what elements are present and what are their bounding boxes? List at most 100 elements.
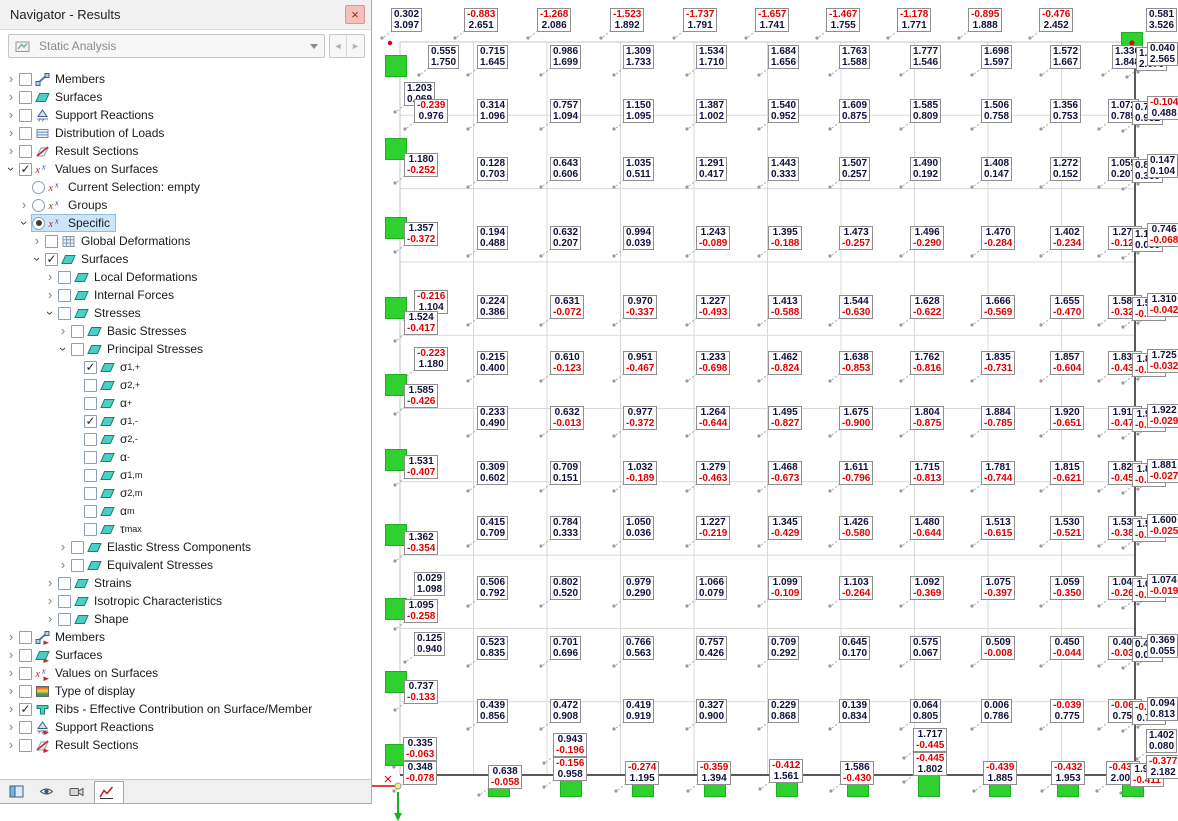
value-label[interactable]: 1.495 -0.827 [768, 406, 803, 430]
tree-item-members-results[interactable]: › Members [0, 628, 371, 646]
value-label[interactable]: 1.611 -0.796 [839, 461, 874, 485]
value-label[interactable]: 1.310 -0.042 [1147, 293, 1178, 317]
expand-arrow-icon[interactable]: › [4, 72, 18, 86]
checkbox-principal-stresses[interactable] [71, 342, 84, 356]
checkbox-sigma-1-m[interactable] [84, 468, 97, 482]
value-label[interactable]: 0.128 0.703 [477, 157, 509, 181]
tree-item-members[interactable]: › Members [0, 70, 371, 88]
expand-arrow-icon[interactable]: › [43, 576, 57, 590]
expand-arrow-icon[interactable]: › [17, 198, 31, 212]
value-label[interactable]: 1.279 -0.463 [696, 461, 731, 485]
expand-arrow-icon[interactable]: › [56, 540, 70, 554]
tree-item-sigma-1-plus[interactable]: σ1,+ [0, 358, 371, 376]
value-label[interactable]: 0.632 0.207 [550, 226, 582, 250]
value-label[interactable]: -1.523 1.892 [610, 8, 645, 32]
tree-item-strains[interactable]: › Strains [0, 574, 371, 592]
expand-arrow-icon[interactable]: › [4, 108, 18, 122]
tree-item-support-reactions-results[interactable]: › Support Reactions [0, 718, 371, 736]
value-label[interactable]: 1.402 0.080 [1146, 729, 1178, 753]
checkbox-isotropic-characteristics[interactable] [58, 594, 71, 608]
collapse-arrow-icon[interactable]: › [17, 216, 32, 230]
value-label[interactable]: 1.032 -0.189 [623, 461, 658, 485]
checkbox-surfaces-specific[interactable] [45, 252, 58, 266]
value-label[interactable]: 1.725 -0.032 [1147, 349, 1178, 373]
value-label[interactable]: 0.040 2.565 [1147, 42, 1178, 66]
value-label[interactable]: 0.709 0.292 [768, 636, 800, 660]
value-label[interactable]: 1.922 -0.029 [1147, 404, 1178, 428]
value-label[interactable]: 1.684 1.656 [768, 45, 800, 69]
value-label[interactable]: 1.233 -0.698 [696, 351, 731, 375]
value-label[interactable]: 1.531 -0.407 [404, 455, 439, 479]
value-label[interactable]: 0.757 0.426 [696, 636, 728, 660]
checkbox-result-sections-results[interactable] [19, 738, 32, 752]
expand-arrow-icon[interactable]: › [4, 738, 18, 752]
expand-arrow-icon[interactable]: › [4, 684, 18, 698]
value-label[interactable]: 0.746 -0.068 [1147, 223, 1178, 247]
value-label[interactable]: 0.335 -0.063 [403, 737, 438, 761]
checkbox-surfaces-results[interactable] [19, 648, 32, 662]
checkbox-support-reactions-results[interactable] [19, 720, 32, 734]
value-label[interactable]: 1.291 0.417 [696, 157, 728, 181]
checkbox-surfaces[interactable] [19, 90, 32, 104]
panel-titlebar[interactable]: Navigator - Results × [0, 0, 371, 30]
checkbox-values-on-surfaces-results[interactable] [19, 666, 32, 680]
value-label[interactable]: 1.835 -0.731 [981, 351, 1016, 375]
value-label[interactable]: 1.264 -0.644 [696, 406, 731, 430]
navigator-tab-camera[interactable] [64, 780, 94, 803]
value-label[interactable]: 1.920 -0.651 [1050, 406, 1085, 430]
value-label[interactable]: 0.327 0.900 [696, 699, 728, 723]
tree-item-alpha-plus[interactable]: α + [0, 394, 371, 412]
value-label[interactable]: 1.309 1.733 [623, 45, 655, 69]
tree-item-groups[interactable]: › x x Groups [0, 196, 371, 214]
value-label[interactable]: 1.473 -0.257 [839, 226, 874, 250]
value-label[interactable]: 1.059 -0.350 [1050, 576, 1085, 600]
tree-item-result-sections[interactable]: › Result Sections [0, 142, 371, 160]
value-label[interactable]: 1.655 -0.470 [1050, 295, 1085, 319]
value-label[interactable]: 1.490 0.192 [910, 157, 942, 181]
tree-item-sigma-2-plus[interactable]: σ 2,+ [0, 376, 371, 394]
value-label[interactable]: -0.895 1.888 [968, 8, 1003, 32]
value-label[interactable]: -0.359 1.394 [697, 761, 732, 785]
checkbox-alpha-plus[interactable] [84, 396, 97, 410]
tree-item-internal-forces[interactable]: › Internal Forces [0, 286, 371, 304]
checkbox-sigma-2-m[interactable] [84, 486, 97, 500]
value-label[interactable]: 0.638 -0.058 [488, 765, 523, 789]
value-label[interactable]: 1.387 1.002 [696, 99, 728, 123]
analysis-selector[interactable]: Static Analysis [8, 34, 325, 58]
value-label[interactable]: 1.530 -0.521 [1050, 516, 1085, 540]
value-label[interactable]: 1.099 -0.109 [768, 576, 803, 600]
value-label[interactable]: 1.066 0.079 [696, 576, 728, 600]
radio-current-selection[interactable] [32, 180, 45, 194]
value-label[interactable]: 1.777 1.546 [910, 45, 942, 69]
value-label[interactable]: 1.572 1.667 [1050, 45, 1082, 69]
value-label[interactable]: 0.147 0.104 [1147, 154, 1178, 178]
value-label[interactable]: 1.815 -0.621 [1050, 461, 1085, 485]
tree-item-type-of-display[interactable]: › Type of display [0, 682, 371, 700]
value-label[interactable]: 0.369 0.055 [1147, 634, 1178, 658]
value-label[interactable]: 0.309 0.602 [477, 461, 509, 485]
value-label[interactable]: -0.156 0.958 [553, 757, 588, 781]
value-label[interactable]: -1.467 1.755 [826, 8, 861, 32]
value-label[interactable]: 1.074 -0.019 [1147, 574, 1178, 598]
value-label[interactable]: 1.507 0.257 [839, 157, 871, 181]
value-label[interactable]: 1.470 -0.284 [981, 226, 1016, 250]
value-label[interactable]: 1.762 -0.816 [910, 351, 945, 375]
value-label[interactable]: 0.709 0.151 [550, 461, 582, 485]
value-label[interactable]: 1.534 1.710 [696, 45, 728, 69]
expand-arrow-icon[interactable]: › [4, 720, 18, 734]
value-label[interactable]: 0.632 -0.013 [550, 406, 585, 430]
tree-item-specific[interactable]: › x x Specific [0, 214, 371, 232]
value-label[interactable]: 0.970 -0.337 [623, 295, 658, 319]
value-label[interactable]: 1.513 -0.615 [981, 516, 1016, 540]
value-label[interactable]: 1.480 -0.644 [910, 516, 945, 540]
tree-item-shape[interactable]: › Shape [0, 610, 371, 628]
navigator-tab-visibility[interactable] [34, 780, 64, 803]
collapse-arrow-icon[interactable]: › [4, 162, 19, 176]
expand-arrow-icon[interactable]: › [4, 144, 18, 158]
value-label[interactable]: 1.628 -0.622 [910, 295, 945, 319]
value-label[interactable]: 1.075 -0.397 [981, 576, 1016, 600]
value-label[interactable]: 0.229 0.868 [768, 699, 800, 723]
value-label[interactable]: -1.178 1.771 [897, 8, 932, 32]
value-label[interactable]: 1.506 0.758 [981, 99, 1013, 123]
value-label[interactable]: 1.426 -0.580 [839, 516, 874, 540]
